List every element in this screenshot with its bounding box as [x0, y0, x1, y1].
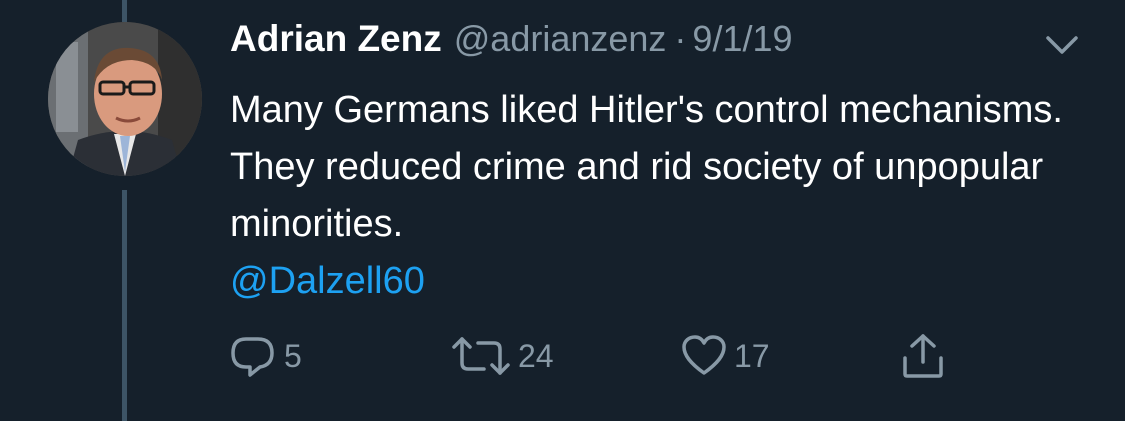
tweet-date[interactable]: 9/1/19 [692, 18, 792, 60]
reply-count: 5 [284, 337, 302, 374]
chevron-down-icon [1046, 36, 1078, 54]
retweet-button[interactable]: 24 [450, 332, 554, 380]
separator-dot: · [674, 18, 687, 59]
tweet-header: Adrian Zenz @adrianzenz · 9/1/19 [230, 18, 1100, 68]
tweet-body: Adrian Zenz @adrianzenz · 9/1/19 Many Ge… [230, 18, 1100, 310]
tweet-actions: 5 24 17 [228, 332, 988, 380]
thread-line-bottom [122, 190, 127, 421]
like-count: 17 [734, 337, 770, 374]
avatar[interactable] [48, 22, 202, 176]
heart-icon [682, 335, 726, 375]
reply-icon [231, 337, 274, 377]
like-button[interactable]: 17 [680, 332, 770, 380]
retweet-icon [452, 337, 510, 375]
author-name[interactable]: Adrian Zenz [230, 18, 442, 60]
author-handle[interactable]: @adrianzenz [454, 18, 667, 60]
mention-link[interactable]: @Dalzell60 [230, 253, 1090, 310]
avatar-image [48, 22, 202, 176]
share-icon [903, 334, 943, 378]
tweet-text: Many Germans liked Hitler's control mech… [230, 82, 1090, 310]
thread-line-top [122, 0, 127, 22]
tweet-text-content: Many Germans liked Hitler's control mech… [230, 89, 1063, 245]
tweet-menu-button[interactable] [1040, 30, 1084, 60]
share-button[interactable] [900, 332, 946, 380]
retweet-count: 24 [518, 337, 554, 374]
reply-button[interactable]: 5 [228, 332, 302, 380]
